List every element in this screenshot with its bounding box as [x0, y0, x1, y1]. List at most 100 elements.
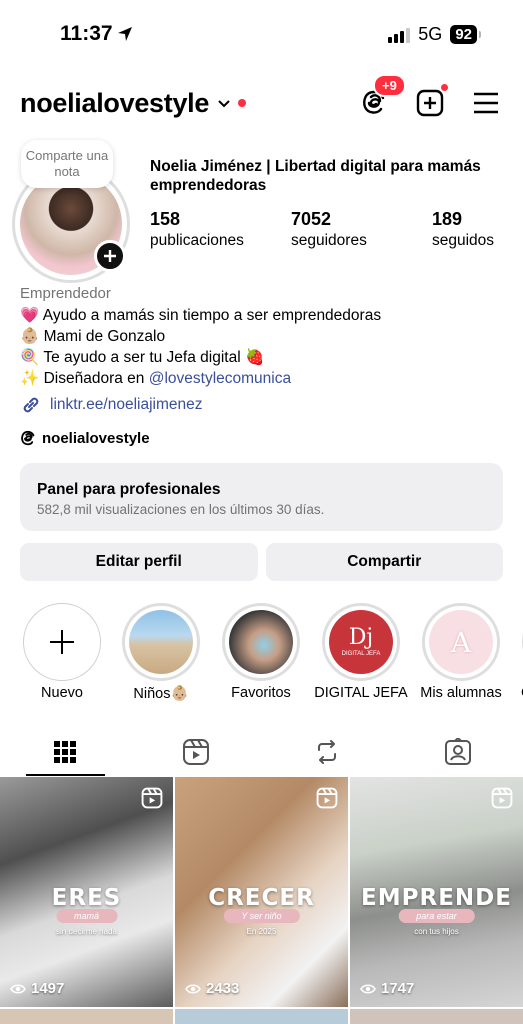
highlight-digital-jefa[interactable]: Dj DIGITAL JEFA DIGITAL JEFA: [314, 603, 408, 701]
story-highlights: Nuevo Niños👶🏼 Favoritos Dj DIGITAL JEFA …: [0, 603, 523, 707]
highlight-ring: [23, 603, 101, 681]
threads-icon: [21, 430, 35, 446]
stat-label: seguidores: [291, 232, 367, 249]
post-caption: con tus hijos: [414, 927, 459, 936]
highlight-image: A: [429, 610, 493, 674]
chevron-down-icon[interactable]: [217, 99, 231, 109]
stat-following[interactable]: 189 seguidos: [432, 209, 523, 250]
threads-profile-link[interactable]: noelialovestyle: [20, 430, 150, 447]
tab-grid[interactable]: [0, 728, 131, 776]
eye-icon: [10, 983, 26, 994]
username-switcher[interactable]: noelialovestyle: [20, 88, 209, 119]
bio-link-text: linktr.ee/noeliajimenez: [50, 396, 203, 413]
highlight-image: [129, 610, 193, 674]
bio-line: 💗 Ayudo a mamás sin tiempo a ser emprend…: [20, 305, 510, 326]
bio-line: 🍭 Te ayudo a ser tu Jefa digital 🍓: [20, 347, 510, 368]
create-button[interactable]: [413, 83, 449, 120]
highlight-image: Dj DIGITAL JEFA: [329, 610, 393, 674]
status-time-text: 11:37: [60, 22, 113, 45]
post-title: CRECER: [208, 885, 315, 911]
post-tile-2[interactable]: CRECER Y ser niño En 2025 2433: [175, 777, 348, 1007]
tab-reposts[interactable]: [262, 728, 393, 776]
edit-profile-button[interactable]: Editar perfil: [20, 543, 258, 581]
post-title: EMPRENDE: [361, 885, 512, 911]
profile-actions: Editar perfil Compartir: [20, 543, 503, 581]
highlight-label: Favoritos: [231, 685, 291, 701]
threads-button[interactable]: +9: [357, 74, 406, 120]
plus-icon: [50, 630, 74, 654]
highlight-ninos[interactable]: Niños👶🏼: [121, 603, 201, 702]
bio-text: ✨ Diseñadora en: [20, 370, 149, 387]
post-tile-1[interactable]: ERES mamá sin decirme nada 1497: [0, 777, 173, 1007]
digital-jefa-logo-sub: DIGITAL JEFA: [341, 651, 381, 657]
professional-dashboard[interactable]: Panel para profesionales 582,8 mil visua…: [20, 463, 503, 531]
reel-icon: [316, 787, 338, 809]
profile-tabs: [0, 728, 523, 776]
menu-button[interactable]: [469, 86, 503, 120]
post-tile-6[interactable]: [350, 1009, 523, 1024]
profile-full-name: Noelia Jiménez | Libertad digital para m…: [150, 158, 481, 194]
highlight-image: [229, 610, 293, 674]
post-caption: En 2025: [246, 927, 277, 936]
bio-emoji: 🍭: [20, 349, 40, 366]
tab-tagged[interactable]: [392, 728, 523, 776]
highlight-ring: [122, 603, 200, 681]
alumnas-logo: A: [450, 625, 472, 659]
stat-label: publicaciones: [150, 232, 244, 249]
grid-icon: [54, 741, 77, 763]
threads-badge: +9: [373, 74, 406, 97]
profile-category: Emprendedor: [20, 285, 111, 302]
digital-jefa-logo: Dj: [348, 625, 374, 650]
profile-stats: 158 publicaciones 7052 seguidores 189 se…: [150, 209, 523, 250]
note-bubble[interactable]: Comparte una nota: [21, 140, 113, 188]
add-story-button[interactable]: [94, 240, 126, 272]
profile-header: noelialovestyle +9: [20, 74, 503, 120]
battery-icon: 92: [450, 25, 481, 44]
stat-label: seguidos: [432, 232, 495, 249]
post-pill: mamá: [55, 909, 118, 923]
post-tile-5[interactable]: [175, 1009, 348, 1024]
highlight-mis-alumnas[interactable]: A Mis alumnas: [420, 603, 502, 701]
highlight-label: Mis alumnas: [420, 685, 502, 701]
highlight-new[interactable]: Nuevo: [22, 603, 102, 701]
post-tile-4[interactable]: [0, 1009, 173, 1024]
stat-value: 7052: [291, 209, 332, 229]
bio-emoji: 👶🏼: [20, 328, 40, 345]
bio-mention-link[interactable]: @lovestylecomunica: [149, 370, 291, 387]
panel-subtitle: 582,8 mil visualizaciones en los últimos…: [37, 502, 325, 517]
notification-dot: [238, 99, 247, 107]
highlight-label: Nuevo: [41, 685, 83, 701]
plus-icon: [104, 250, 116, 262]
plus-square-icon: [416, 89, 444, 117]
bio-line: ✨ Diseñadora en @lovestylecomunica: [20, 368, 510, 389]
highlight-ring: A: [422, 603, 500, 681]
post-caption: sin decirme nada: [56, 927, 117, 936]
reels-icon: [183, 739, 210, 765]
eye-icon: [185, 983, 201, 994]
stat-value: 158: [150, 209, 181, 229]
share-profile-button[interactable]: Compartir: [265, 543, 503, 581]
tab-reels[interactable]: [131, 728, 262, 776]
post-views-count: 2433: [206, 980, 240, 997]
bio-emoji: 💗: [20, 307, 40, 324]
bio-external-link[interactable]: linktr.ee/noeliajimenez: [20, 394, 510, 416]
highlight-label: Niños👶🏼: [133, 686, 189, 702]
stat-value: 189: [432, 209, 463, 229]
stat-followers[interactable]: 7052 seguidores: [291, 209, 432, 250]
post-views-count: 1747: [381, 980, 415, 997]
status-indicators: 5G 92: [388, 24, 481, 45]
bio-line: 👶🏼 Mami de Gonzalo: [20, 326, 510, 347]
create-dot: [440, 83, 449, 92]
post-views: 1497: [10, 980, 64, 997]
link-icon: [23, 397, 39, 413]
post-title: ERES: [51, 885, 122, 911]
eye-icon: [360, 983, 376, 994]
reel-icon: [491, 787, 513, 809]
hamburger-icon: [474, 92, 498, 114]
panel-title: Panel para profesionales: [37, 481, 221, 498]
highlight-favoritos[interactable]: Favoritos: [221, 603, 301, 701]
location-arrow-icon: [117, 27, 132, 41]
post-tile-3[interactable]: EMPRENDE para estar con tus hijos 1747: [350, 777, 523, 1007]
stat-posts[interactable]: 158 publicaciones: [150, 209, 291, 250]
status-time: 11:37: [60, 22, 133, 46]
